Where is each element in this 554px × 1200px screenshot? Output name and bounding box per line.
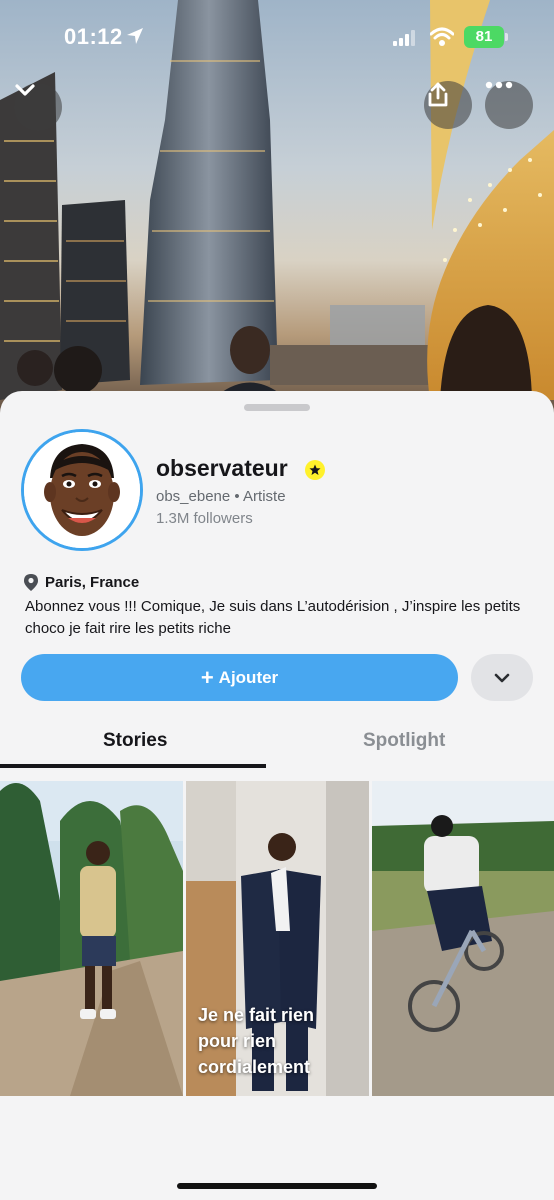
location: Paris, France	[24, 574, 139, 591]
story-photo	[372, 781, 554, 1096]
profile-tabs: Stories Spotlight	[0, 716, 554, 771]
caption-line: pour rien	[198, 1031, 277, 1051]
followers-count: 1.3M followers	[156, 510, 253, 527]
profile-header-image: 01:12 81	[0, 0, 554, 420]
battery-indicator: 81	[464, 26, 504, 48]
story-thumbnail[interactable]	[0, 781, 183, 1096]
location-pin-icon	[24, 574, 38, 591]
caption-line: Je ne fait rien	[198, 1005, 315, 1025]
story-photo	[0, 781, 183, 1096]
avatar[interactable]	[21, 429, 143, 551]
username: obs_ebene	[156, 488, 231, 505]
ellipsis-icon	[485, 81, 513, 89]
location-arrow-icon	[127, 28, 143, 44]
add-friend-label: Ajouter	[218, 667, 279, 687]
story-thumbnail[interactable]: Je ne fait rien pour rien cordialement	[186, 781, 369, 1096]
share-icon	[428, 82, 448, 107]
share-button[interactable]	[424, 81, 472, 129]
sheet-grabber[interactable]	[244, 404, 310, 411]
status-bar: 01:12 81	[0, 0, 554, 80]
expand-button[interactable]	[471, 654, 533, 701]
story-caption: Je ne fait rien pour rien cordialement	[198, 1002, 363, 1080]
chevron-down-icon	[15, 84, 35, 96]
collapse-button[interactable]	[14, 83, 62, 131]
username-category: obs_ebene • Artiste	[156, 488, 286, 505]
more-options-button[interactable]	[485, 81, 533, 129]
bitmoji-avatar-icon	[24, 432, 140, 548]
star-badge-icon	[305, 460, 325, 480]
bio: Abonnez vous !!! Comique, Je suis dans L…	[25, 598, 521, 637]
wifi-icon	[430, 27, 454, 46]
plus-icon: +	[200, 664, 214, 690]
caption-line: cordialement	[198, 1057, 311, 1077]
location-text: Paris, France	[45, 574, 140, 591]
chevron-down-icon	[494, 673, 510, 682]
profile-sheet: observateur obs_ebene • Artiste 1.3M fol…	[0, 391, 554, 1200]
star-icon	[309, 464, 321, 475]
active-tab-indicator	[0, 764, 266, 768]
add-friend-button[interactable]: + Ajouter	[21, 654, 458, 701]
story-thumbnail[interactable]	[372, 781, 554, 1096]
home-indicator	[177, 1183, 377, 1189]
display-name: observateur	[156, 455, 288, 481]
stories-grid: Je ne fait rien pour rien cordialement	[0, 781, 554, 1096]
battery-tip	[505, 33, 508, 41]
tab-spotlight[interactable]: Spotlight	[363, 730, 445, 752]
status-time: 01:12	[64, 24, 123, 49]
tab-stories[interactable]: Stories	[103, 730, 167, 752]
category: Artiste	[243, 488, 286, 505]
cellular-signal-icon	[393, 30, 415, 46]
separator-dot: •	[234, 488, 240, 505]
